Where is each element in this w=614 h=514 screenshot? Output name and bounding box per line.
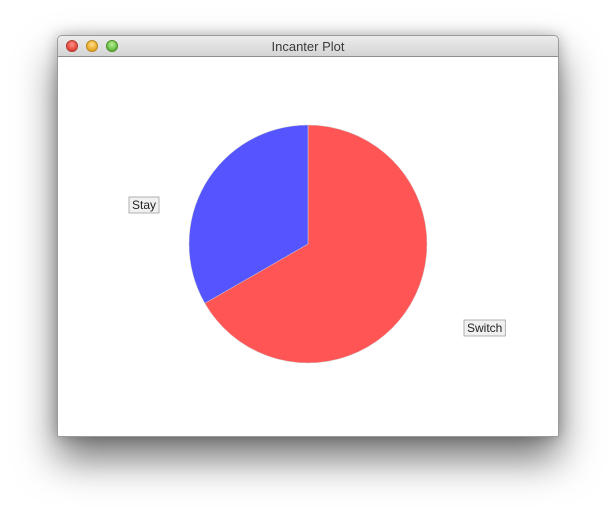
pie-label-switch: Switch <box>463 319 506 337</box>
window-title: Incanter Plot <box>271 39 345 54</box>
pie-chart: Switch Stay <box>128 124 506 364</box>
chart-area: Switch Stay <box>58 57 558 436</box>
svg-text:Stay: Stay <box>132 198 156 212</box>
svg-text:Switch: Switch <box>467 321 502 335</box>
plot-window: Incanter Plot Switch Stay <box>57 35 559 437</box>
pie-label-stay: Stay <box>128 196 160 214</box>
title-bar[interactable]: Incanter Plot <box>58 36 558 57</box>
